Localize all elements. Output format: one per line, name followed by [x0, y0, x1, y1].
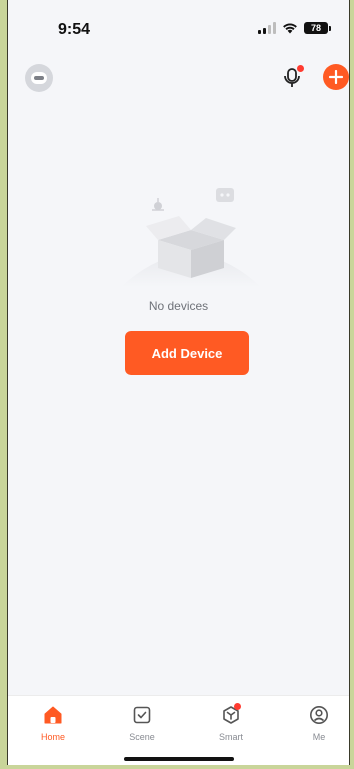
avatar-icon — [31, 72, 47, 84]
notification-dot — [234, 703, 241, 710]
avatar[interactable] — [25, 64, 53, 92]
notification-dot — [297, 65, 304, 72]
empty-message: No devices — [148, 299, 209, 313]
tab-label: Me — [312, 732, 326, 742]
add-button[interactable] — [323, 64, 349, 90]
wifi-icon — [283, 23, 297, 34]
status-bar: 9:54 78 — [8, 0, 349, 60]
home-indicator — [124, 757, 234, 761]
tab-label: Scene — [129, 732, 155, 742]
tab-scene[interactable]: Scene — [112, 704, 172, 742]
home-icon — [44, 706, 62, 724]
signal-icon — [258, 22, 276, 34]
battery-icon: 78 — [304, 22, 331, 34]
empty-box-illustration — [121, 188, 261, 287]
status-icons: 78 — [258, 22, 331, 34]
scene-icon — [133, 706, 151, 724]
tab-label: Home — [40, 732, 65, 742]
add-icon — [329, 70, 343, 84]
me-icon — [310, 706, 328, 724]
phone-screen: 9:54 78 No devices Add Device Home Scene… — [7, 0, 350, 765]
tab-label: Smart — [218, 732, 243, 742]
voice-button[interactable] — [280, 64, 304, 90]
tab-home[interactable]: Home — [23, 704, 83, 742]
add-device-button[interactable]: Add Device — [125, 331, 249, 375]
tab-smart[interactable]: Smart — [201, 703, 261, 742]
battery-level: 78 — [304, 22, 328, 34]
status-time: 9:54 — [58, 21, 91, 38]
tab-bar: Home Scene Smart Me — [8, 695, 349, 765]
tab-me[interactable]: Me — [289, 704, 349, 742]
